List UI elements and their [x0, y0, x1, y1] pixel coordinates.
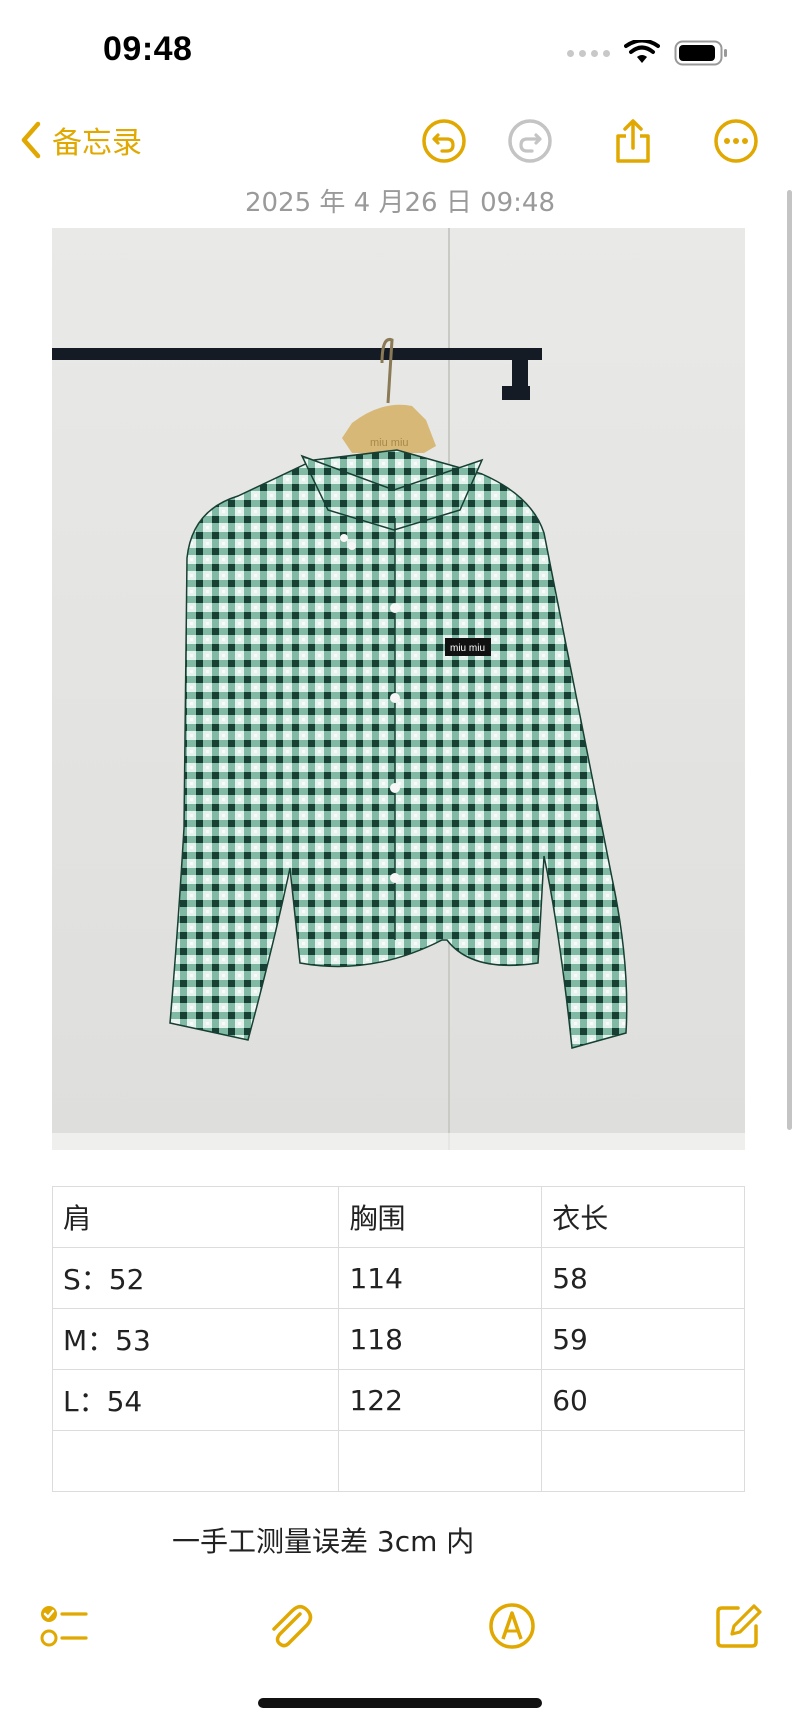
table-cell[interactable]: L：54	[51, 1369, 340, 1431]
note-image[interactable]: miu miu miu miu	[52, 228, 745, 1150]
brand-label-text: miu miu	[450, 643, 485, 654]
markup-pen-icon[interactable]	[486, 1600, 538, 1652]
checklist-icon[interactable]	[38, 1600, 90, 1652]
back-button[interactable]: 备忘录	[20, 118, 142, 162]
table-row: L：54 122 60	[51, 1369, 745, 1431]
note-body-text[interactable]: 一手工测量误差 3cm 内	[172, 1520, 474, 1560]
share-icon[interactable]	[610, 118, 656, 164]
table-cell[interactable]: 胸围	[338, 1186, 543, 1248]
hanger-logo: miu miu	[370, 437, 409, 449]
more-options-icon[interactable]	[713, 118, 759, 164]
home-indicator[interactable]	[258, 1698, 542, 1708]
scrollbar[interactable]	[787, 190, 792, 1130]
table-row: S：52 114 58	[51, 1247, 745, 1309]
wifi-icon	[624, 40, 660, 63]
table-cell[interactable]: 122	[338, 1369, 543, 1431]
status-icons	[567, 40, 728, 66]
battery-icon	[674, 40, 727, 66]
table-cell[interactable]: 60	[541, 1369, 745, 1431]
table-cell[interactable]: 衣长	[541, 1186, 745, 1248]
status-time: 09:48	[103, 30, 193, 68]
table-row: M：53 118 59	[51, 1308, 745, 1370]
chevron-left-icon	[21, 121, 41, 159]
navigation-bar: 备忘录	[0, 110, 800, 170]
redo-icon[interactable]	[507, 118, 553, 164]
table-cell[interactable]	[338, 1430, 543, 1492]
table-cell[interactable]: 59	[541, 1308, 745, 1370]
size-table: 肩 胸围 衣长 S：52 114 58 M：53 118 59 L：54 122…	[51, 1186, 745, 1492]
table-cell[interactable]: S：52	[51, 1247, 340, 1309]
table-cell[interactable]	[51, 1430, 340, 1492]
status-bar: 09:48	[0, 0, 800, 100]
paperclip-icon[interactable]	[264, 1600, 316, 1652]
cellular-signal-icon	[567, 49, 610, 57]
compose-note-icon[interactable]	[712, 1600, 764, 1652]
back-button-label: 备忘录	[52, 126, 142, 161]
undo-icon[interactable]	[421, 118, 467, 164]
table-cell[interactable]: 114	[338, 1247, 543, 1309]
table-cell[interactable]: 58	[541, 1247, 745, 1309]
note-timestamp: 2025 年 4 月26 日 09:48	[244, 188, 556, 218]
table-cell[interactable]: 118	[338, 1308, 543, 1370]
shirt-photo: miu miu miu miu	[52, 228, 745, 1150]
table-cell[interactable]: M：53	[51, 1308, 340, 1370]
bottom-toolbar	[0, 1596, 800, 1656]
table-cell[interactable]	[541, 1430, 745, 1492]
table-row	[51, 1430, 745, 1492]
clothing-rail	[52, 348, 542, 360]
table-row: 肩 胸围 衣长	[51, 1186, 745, 1248]
table-cell[interactable]: 肩	[51, 1186, 340, 1248]
